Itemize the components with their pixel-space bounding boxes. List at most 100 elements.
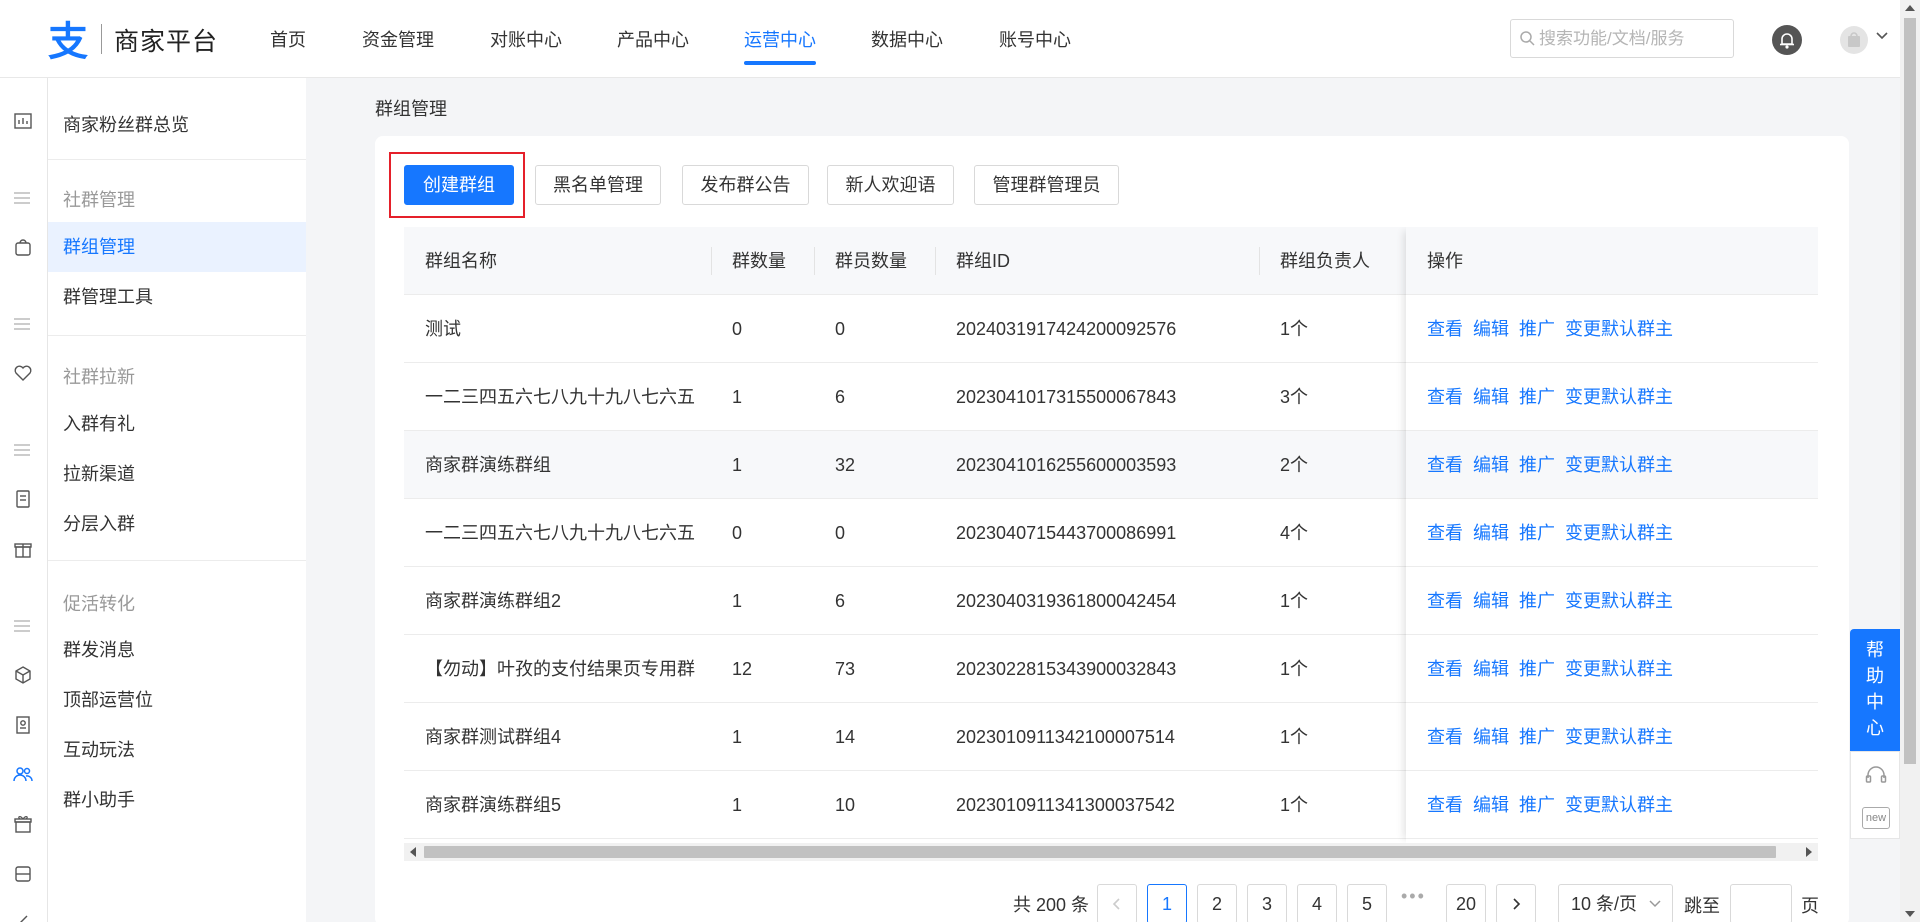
promote-link[interactable]: 推广 [1519, 455, 1555, 475]
edit-link[interactable]: 编辑 [1473, 387, 1509, 407]
change-owner-link[interactable]: 变更默认群主 [1565, 319, 1673, 339]
promote-link[interactable]: 推广 [1519, 591, 1555, 611]
edit-link[interactable]: 编辑 [1473, 455, 1509, 475]
scroll-right-icon[interactable] [1806, 847, 1812, 857]
scroll-down-icon[interactable] [1905, 911, 1915, 917]
table-row: 一二三四五六七八九十九八七六五 1 6 2023041017315500067843 3… [404, 363, 1818, 431]
change-owner-link[interactable]: 变更默认群主 [1565, 455, 1673, 475]
edit-link[interactable]: 编辑 [1473, 591, 1509, 611]
page-button-3[interactable]: 3 [1247, 884, 1287, 922]
sidebar-item-group-management[interactable]: 群组管理 [48, 222, 306, 272]
pagination-ellipsis[interactable]: ••• [1401, 886, 1426, 907]
view-link[interactable]: 查看 [1427, 591, 1463, 611]
gift-box-icon[interactable] [13, 814, 33, 834]
page-button-5[interactable]: 5 [1347, 884, 1387, 922]
blacklist-button[interactable]: 黑名单管理 [535, 165, 661, 205]
horizontal-scrollbar[interactable] [404, 843, 1818, 861]
prev-page-button[interactable] [1097, 884, 1137, 922]
edit-link[interactable]: 编辑 [1473, 727, 1509, 747]
change-owner-link[interactable]: 变更默认群主 [1565, 795, 1673, 815]
page-button-1[interactable]: 1 [1147, 884, 1187, 922]
heart-icon[interactable] [13, 363, 33, 383]
sidebar-item-top-banner[interactable]: 顶部运营位 [48, 675, 306, 725]
nav-data[interactable]: 数据中心 [871, 26, 943, 52]
dashboard-icon[interactable] [13, 111, 33, 131]
shopping-bag-icon[interactable] [13, 237, 33, 257]
page-scrollbar[interactable] [1900, 0, 1920, 922]
change-owner-link[interactable]: 变更默认群主 [1565, 591, 1673, 611]
promote-link[interactable]: 推广 [1519, 727, 1555, 747]
receipt-icon[interactable] [13, 715, 33, 735]
view-link[interactable]: 查看 [1427, 727, 1463, 747]
view-link[interactable]: 查看 [1427, 795, 1463, 815]
user-avatar[interactable] [1840, 26, 1868, 54]
scrollbar-thumb[interactable] [424, 846, 1776, 858]
sidebar-item-acquisition-channels[interactable]: 拉新渠道 [48, 449, 306, 499]
edit-link[interactable]: 编辑 [1473, 319, 1509, 339]
view-link[interactable]: 查看 [1427, 523, 1463, 543]
nav-funds[interactable]: 资金管理 [362, 26, 434, 52]
page-button-2[interactable]: 2 [1197, 884, 1237, 922]
new-badge-icon[interactable]: new [1862, 807, 1890, 829]
customer-service-icon[interactable] [1864, 764, 1888, 788]
nav-products[interactable]: 产品中心 [617, 26, 689, 52]
sidebar-item-group-assistant[interactable]: 群小助手 [48, 775, 306, 825]
edit-link[interactable]: 编辑 [1473, 659, 1509, 679]
nav-operations[interactable]: 运营中心 [744, 26, 816, 52]
change-owner-link[interactable]: 变更默认群主 [1565, 727, 1673, 747]
view-link[interactable]: 查看 [1427, 659, 1463, 679]
nav-home[interactable]: 首页 [270, 26, 306, 52]
sidebar-item-broadcast[interactable]: 群发消息 [48, 625, 306, 675]
sidebar-item-interactive-play[interactable]: 互动玩法 [48, 725, 306, 775]
publish-announcement-button[interactable]: 发布群公告 [682, 165, 809, 205]
page-button-20[interactable]: 20 [1446, 884, 1486, 922]
promote-link[interactable]: 推广 [1519, 659, 1555, 679]
gift-icon[interactable] [13, 539, 33, 559]
manage-admins-button[interactable]: 管理群管理员 [974, 165, 1119, 205]
sidebar-item-join-reward[interactable]: 入群有礼 [48, 399, 306, 449]
page-size-select[interactable]: 10 条/页 [1558, 884, 1673, 922]
alipay-logo-icon[interactable]: 支 [48, 17, 92, 61]
sidebar-item-overview[interactable]: 商家粉丝群总览 [48, 100, 306, 150]
view-link[interactable]: 查看 [1427, 319, 1463, 339]
view-link[interactable]: 查看 [1427, 387, 1463, 407]
create-group-button[interactable]: 创建群组 [404, 165, 514, 205]
change-owner-link[interactable]: 变更默认群主 [1565, 523, 1673, 543]
view-link[interactable]: 查看 [1427, 455, 1463, 475]
users-icon[interactable] [13, 764, 33, 784]
next-page-button[interactable] [1496, 884, 1536, 922]
scroll-left-icon[interactable] [410, 847, 416, 857]
edit-link[interactable]: 编辑 [1473, 523, 1509, 543]
help-center-button[interactable]: 帮 助 中 心 [1850, 629, 1900, 751]
nav-reconciliation[interactable]: 对账中心 [490, 26, 562, 52]
welcome-message-button[interactable]: 新人欢迎语 [827, 165, 954, 205]
jump-page-input[interactable] [1730, 884, 1792, 922]
promote-link[interactable]: 推广 [1519, 523, 1555, 543]
search-box[interactable] [1510, 19, 1734, 58]
cube-icon[interactable] [13, 665, 33, 685]
cell-group-count: 12 [732, 659, 753, 679]
promote-link[interactable]: 推广 [1519, 319, 1555, 339]
edit-link[interactable]: 编辑 [1473, 795, 1509, 815]
promote-link[interactable]: 推广 [1519, 387, 1555, 407]
search-input[interactable] [1539, 26, 1729, 52]
column-header-group-id: 群组ID [956, 251, 1010, 271]
page-button-4[interactable]: 4 [1297, 884, 1337, 922]
chevron-down-icon[interactable] [1874, 28, 1890, 44]
nav-account[interactable]: 账号中心 [999, 26, 1071, 52]
change-owner-link[interactable]: 变更默认群主 [1565, 659, 1673, 679]
document-icon[interactable] [13, 489, 33, 509]
storage-icon[interactable] [13, 864, 33, 884]
promote-link[interactable]: 推广 [1519, 795, 1555, 815]
sidebar-item-group-tools[interactable]: 群管理工具 [48, 272, 306, 322]
sidebar-item-tiered-join[interactable]: 分层入群 [48, 499, 306, 549]
cell-group-name: 商家群测试群组4 [425, 727, 562, 747]
notification-bell-icon[interactable] [1772, 25, 1802, 55]
change-owner-link[interactable]: 变更默认群主 [1565, 387, 1673, 407]
scroll-up-icon[interactable] [1905, 5, 1915, 11]
page-scrollbar-thumb[interactable] [1904, 18, 1916, 764]
pencil-icon[interactable] [13, 910, 33, 922]
cell-group-id: 2023040319361800042454 [956, 591, 1177, 611]
cell-owner: 1个 [1280, 659, 1309, 679]
cell-owner: 1个 [1280, 591, 1309, 611]
